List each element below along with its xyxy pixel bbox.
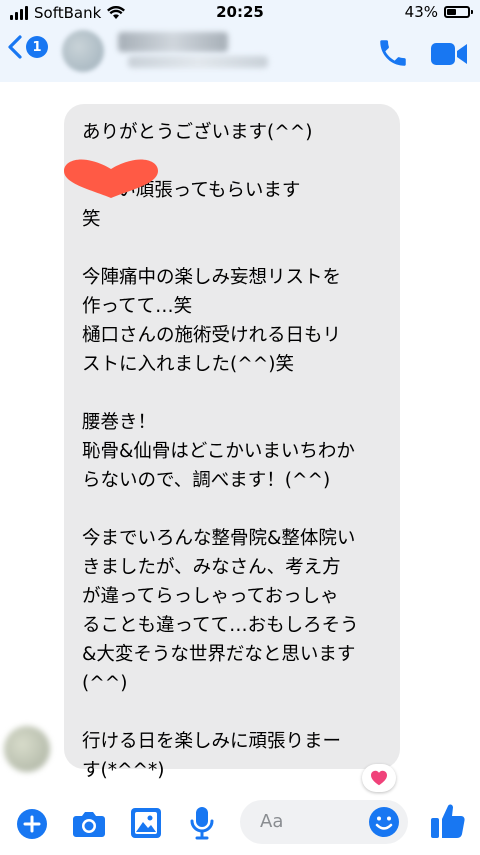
message-input-placeholder: Aa	[260, 811, 284, 832]
message-composer: Aa	[0, 800, 480, 855]
thumbs-up-icon[interactable]	[430, 802, 466, 840]
contact-name-blurred[interactable]	[118, 32, 228, 52]
sender-avatar[interactable]	[4, 726, 50, 772]
message-line: (^^)	[82, 673, 128, 694]
message-line: らないので、調べます！(^^)	[82, 470, 331, 491]
message-line: ストに入れました(^^)笑	[82, 354, 294, 375]
message-input[interactable]: Aa	[240, 800, 408, 844]
message-line: 恥骨&仙骨はどこかいまいちわか	[82, 441, 355, 462]
message-line: 樋口さんの施術受けれる日もリ	[82, 325, 342, 346]
back-button[interactable]: 1	[6, 34, 48, 60]
message-reaction[interactable]	[362, 764, 396, 792]
message-line: きましたが、みなさん、考え方	[82, 557, 341, 578]
received-message-bubble[interactable]: ありがとうございます(^^) い頑張ってもらいます 笑 今陣痛中の楽しみ妄想リス…	[64, 104, 400, 781]
chevron-left-icon	[8, 35, 22, 59]
contact-avatar[interactable]	[62, 30, 104, 72]
video-camera-icon[interactable]	[430, 40, 468, 68]
message-line	[82, 234, 382, 263]
smiley-icon[interactable]	[368, 806, 400, 838]
message-line: ることも違ってて…おもしろそう	[82, 615, 359, 636]
message-line: す(*^^*)	[82, 760, 165, 781]
message-line: 今陣痛中の楽しみ妄想リストを	[82, 267, 342, 288]
message-line: 行ける日を楽しみに頑張りまー	[82, 731, 342, 752]
microphone-icon[interactable]	[190, 806, 214, 840]
phone-icon[interactable]	[376, 36, 410, 70]
heart-sticker-icon	[64, 159, 158, 198]
message-line: 笑	[82, 209, 101, 230]
image-icon[interactable]	[130, 807, 162, 839]
message-line: &大変そうな世界だなと思います	[82, 644, 356, 665]
message-line: ありがとうございます(^^)	[82, 122, 313, 143]
camera-icon[interactable]	[72, 808, 106, 838]
message-line: 腰巻き！	[82, 412, 157, 433]
message-line: 作ってて…笑	[82, 296, 193, 317]
heart-icon	[371, 770, 387, 786]
message-line	[82, 698, 382, 727]
chat-header: 1	[0, 26, 480, 82]
message-line: が違ってらっしゃっておっしゃ	[82, 586, 339, 607]
unread-badge: 1	[26, 36, 48, 58]
plus-icon[interactable]	[16, 808, 48, 840]
status-bar: SoftBank 20:25 43%	[0, 0, 480, 26]
battery-icon	[444, 6, 473, 18]
message-line: 今までいろんな整骨院&整体院い	[82, 528, 356, 549]
battery-status: 43%	[404, 3, 473, 21]
battery-percent: 43%	[404, 3, 438, 21]
contact-status-blurred	[128, 56, 268, 68]
message-line	[82, 379, 382, 408]
message-line	[82, 495, 382, 524]
